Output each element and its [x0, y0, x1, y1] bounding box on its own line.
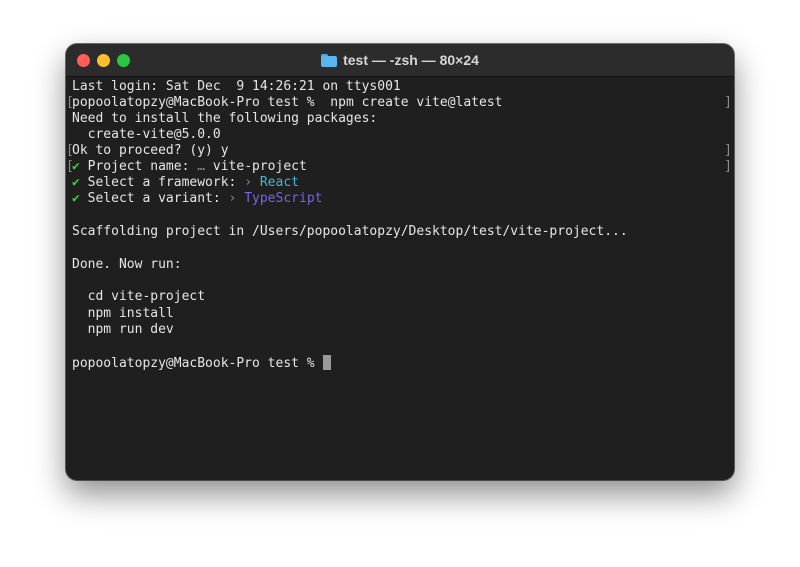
terminal-output[interactable]: Last login: Sat Dec 9 14:26:21 on ttys00…	[66, 77, 734, 480]
done-line: Done. Now run:	[72, 257, 182, 272]
folder-icon	[321, 53, 338, 67]
check-icon: ✔	[72, 191, 80, 206]
next-step-line: cd vite-project	[72, 289, 205, 305]
text-cursor[interactable]	[323, 355, 332, 370]
check-icon: ✔	[72, 175, 80, 190]
install-notice-line: Need to install the following packages:	[72, 111, 378, 126]
prompt-label: Project name:	[87, 159, 190, 174]
check-icon: ✔	[72, 159, 80, 174]
prompt-label: Select a framework:	[87, 175, 237, 190]
prompt-project-name-line: ✔ Project name: … vite-project	[72, 159, 307, 175]
title-bar[interactable]: test — -zsh — 80×24	[66, 44, 734, 77]
chevron-right-icon: ›	[228, 191, 237, 206]
scaffolding-line: Scaffolding project in /Users/popoolatop…	[72, 224, 628, 239]
next-step-command: npm install	[87, 306, 174, 321]
terminal-window: test — -zsh — 80×24 Last login: Sat Dec …	[66, 44, 734, 480]
project-name-value: vite-project	[212, 159, 307, 174]
next-step-line: npm run dev	[72, 322, 174, 338]
chevron-right-icon: ›	[244, 175, 253, 190]
prompt: popoolatopzy@MacBook-Pro test %	[72, 356, 315, 371]
mark-bracket-right: ]	[724, 159, 732, 174]
window-title-area: test — -zsh — 80×24	[66, 44, 734, 76]
prompt-label: Select a variant:	[87, 191, 221, 206]
proceed-line: Ok to proceed? (y) y	[72, 143, 229, 158]
command: npm create vite@latest	[330, 95, 503, 110]
last-login-line: Last login: Sat Dec 9 14:26:21 on ttys00…	[72, 79, 401, 94]
mark-bracket-right: ]	[724, 143, 732, 158]
window-title: test — -zsh — 80×24	[343, 52, 479, 68]
prompt: popoolatopzy@MacBook-Pro test %	[72, 95, 315, 110]
package-line: create-vite@5.0.0	[72, 127, 221, 143]
mark-bracket-right: ]	[724, 95, 732, 110]
next-step-command: cd vite-project	[87, 289, 206, 304]
next-step-line: npm install	[72, 306, 174, 322]
ellipsis-separator: …	[197, 159, 206, 174]
command-line: popoolatopzy@MacBook-Pro test % npm crea…	[72, 95, 502, 111]
prompt-framework-line: ✔ Select a framework: › React	[72, 175, 299, 191]
next-step-command: npm run dev	[87, 322, 174, 337]
active-prompt-line[interactable]: popoolatopzy@MacBook-Pro test %	[72, 355, 332, 371]
framework-value: React	[259, 175, 299, 190]
prompt-variant-line: ✔ Select a variant: › TypeScript	[72, 191, 322, 207]
variant-value: TypeScript	[244, 191, 323, 206]
package-name: create-vite@5.0.0	[87, 127, 221, 142]
